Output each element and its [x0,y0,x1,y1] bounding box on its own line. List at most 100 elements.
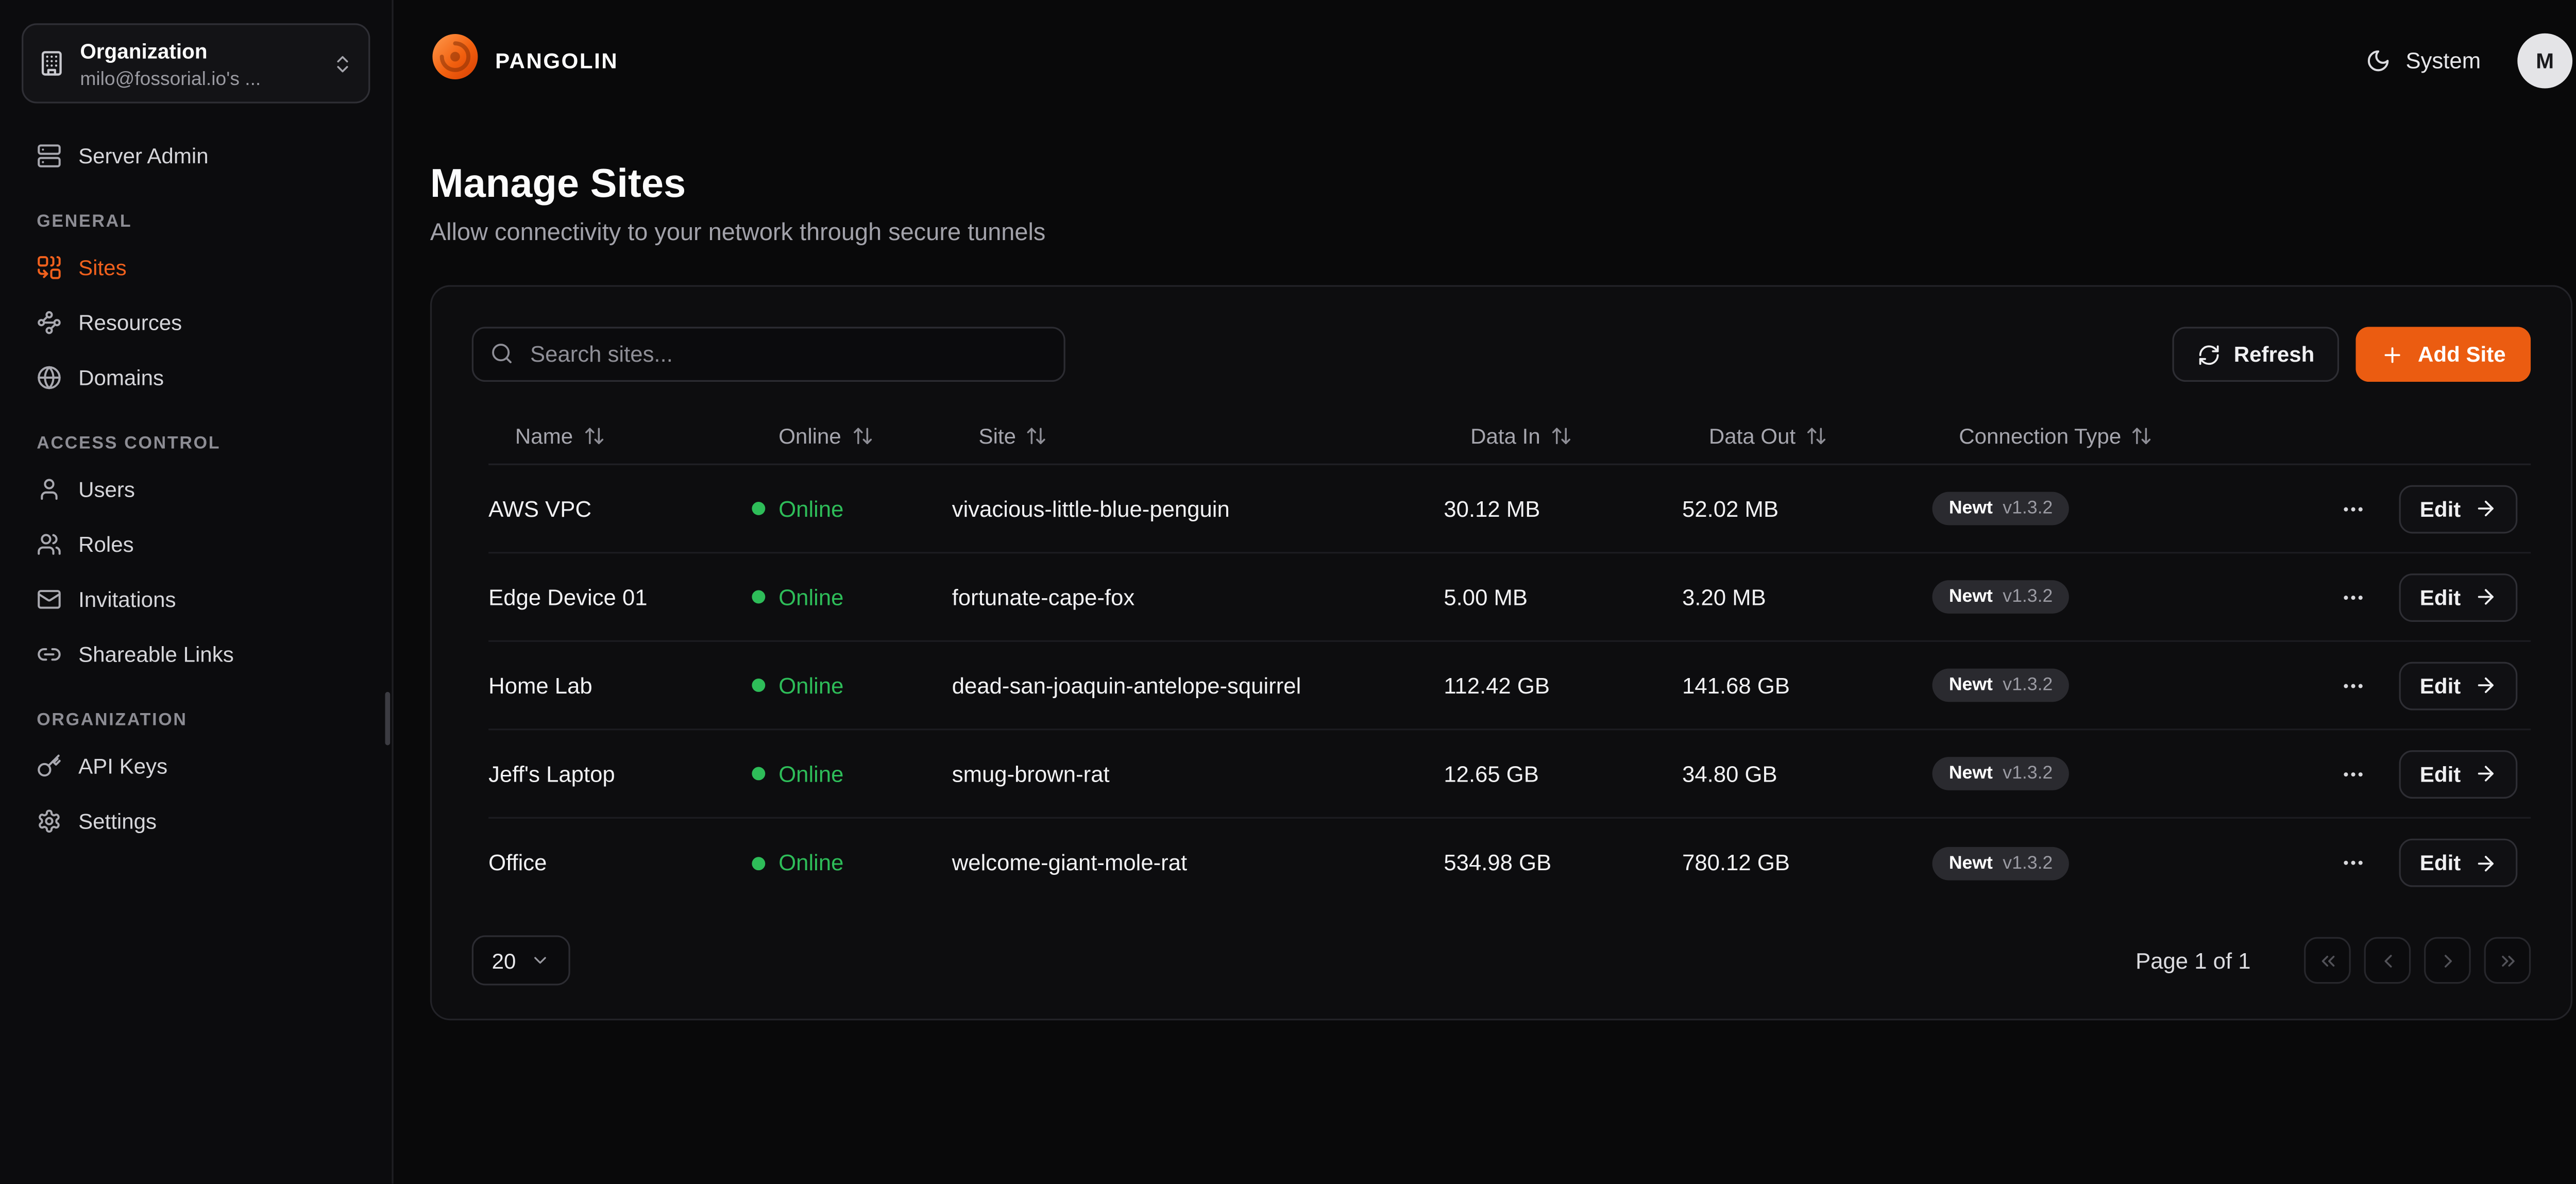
last-page-button[interactable] [2484,937,2531,984]
link-icon [37,642,62,667]
section-heading-access-control: ACCESS CONTROL [37,433,355,453]
data-out-cell: 34.80 GB [1682,761,1932,786]
sidebar-item-label: Users [78,477,135,502]
sidebar-item-shareable-links[interactable]: Shareable Links [22,629,370,680]
table-row: AWS VPC Online vivacious-little-blue-pen… [488,465,2531,554]
column-header-connection-type[interactable]: Connection Type [1932,424,2215,449]
search-input[interactable] [472,327,1065,382]
org-subtitle: milo@fossorial.io's ... [80,70,317,90]
site-id-cell: smug-brown-rat [952,761,1444,786]
sidebar-item-users[interactable]: Users [22,464,370,515]
sidebar-item-roles[interactable]: Roles [22,518,370,570]
connection-type-badge: Newtv1.3.2 [1932,492,2069,526]
sidebar-nav: Server Admin GENERAL Sites Resources Dom… [22,130,370,850]
resources-icon [37,310,62,335]
row-menu-button[interactable] [2333,577,2374,617]
client-version: v1.3.2 [2003,675,2053,696]
online-status: Online [752,496,952,521]
status-label: Online [778,496,843,521]
row-menu-button[interactable] [2333,665,2374,705]
table-row: Edge Device 01 Online fortunate-cape-fox… [488,553,2531,642]
sidebar-item-api-keys[interactable]: API Keys [22,740,370,792]
edit-button[interactable]: Edit [2400,661,2517,709]
main-area: PANGOLIN System M Manage Sites Allow con… [394,0,2576,1184]
sidebar: Organization milo@fossorial.io's ... Ser… [0,0,394,1184]
site-name-cell: Office [488,850,752,875]
column-header-data-out[interactable]: Data Out [1682,424,1932,449]
site-id-cell: dead-san-joaquin-antelope-squirrel [952,673,1444,698]
sidebar-item-settings[interactable]: Settings [22,796,370,847]
add-site-button[interactable]: Add Site [2356,327,2531,382]
status-label: Online [778,673,843,698]
status-dot [752,590,765,604]
row-menu-button[interactable] [2333,843,2374,883]
page-subtitle: Allow connectivity to your network throu… [430,220,2572,247]
sidebar-scrollbar-thumb[interactable] [385,692,391,746]
status-dot [752,502,765,515]
user-icon [37,477,62,502]
client-name: Newt [1949,499,1993,519]
refresh-button[interactable]: Refresh [2172,327,2340,382]
edit-button[interactable]: Edit [2400,839,2517,887]
edit-label: Edit [2420,673,2461,698]
key-icon [37,754,62,779]
org-selector[interactable]: Organization milo@fossorial.io's ... [22,23,370,103]
building-icon [38,50,65,77]
ellipsis-icon [2341,496,2366,521]
column-header-data-in[interactable]: Data In [1444,424,1682,449]
data-out-cell: 780.12 GB [1682,850,1932,875]
sidebar-item-server-admin[interactable]: Server Admin [22,130,370,181]
mail-icon [37,587,62,612]
client-name: Newt [1949,675,1993,696]
next-page-button[interactable] [2424,937,2471,984]
globe-icon [37,365,62,391]
chevrons-up-down-icon [332,53,353,74]
sidebar-item-resources[interactable]: Resources [22,297,370,348]
arrow-right-icon [2474,585,2497,608]
site-name-cell: Edge Device 01 [488,584,752,610]
avatar[interactable]: M [2517,32,2572,88]
page-content: Manage Sites Allow connectivity to your … [394,120,2576,1020]
row-menu-button[interactable] [2333,754,2374,794]
ellipsis-icon [2341,761,2366,786]
theme-label: System [2405,47,2481,73]
row-menu-button[interactable] [2333,488,2374,529]
online-status: Online [752,850,952,875]
prev-page-button[interactable] [2364,937,2411,984]
table-row: Office Online welcome-giant-mole-rat 534… [488,819,2531,907]
column-header-name[interactable]: Name [488,424,752,449]
first-page-button[interactable] [2304,937,2351,984]
data-in-cell: 12.65 GB [1444,761,1682,786]
edit-label: Edit [2420,496,2461,521]
data-in-cell: 5.00 MB [1444,584,1682,610]
sites-icon [37,255,62,280]
sidebar-item-label: Settings [78,808,157,834]
client-version: v1.3.2 [2003,853,2053,873]
sidebar-item-sites[interactable]: Sites [22,242,370,293]
page-size-select[interactable]: 20 [472,935,571,985]
edit-button[interactable]: Edit [2400,750,2517,798]
edit-button[interactable]: Edit [2400,484,2517,533]
page-title: Manage Sites [430,162,2572,209]
page-size-value: 20 [492,948,516,973]
topbar: PANGOLIN System M [394,0,2576,120]
status-label: Online [778,584,843,610]
edit-label: Edit [2420,584,2461,610]
arrow-right-icon [2474,851,2497,874]
site-name-cell: Jeff's Laptop [488,761,752,786]
status-dot [752,679,765,692]
gear-icon [37,808,62,834]
edit-button[interactable]: Edit [2400,573,2517,621]
sort-icon [1026,425,1047,447]
sidebar-item-domains[interactable]: Domains [22,352,370,403]
refresh-label: Refresh [2234,342,2315,367]
arrow-right-icon [2474,762,2497,785]
column-header-site[interactable]: Site [952,424,1444,449]
data-out-cell: 141.68 GB [1682,673,1932,698]
sidebar-item-invitations[interactable]: Invitations [22,573,370,625]
brand: PANGOLIN [430,31,618,89]
site-id-cell: welcome-giant-mole-rat [952,850,1444,875]
moon-icon [2366,47,2391,73]
column-header-online[interactable]: Online [752,424,952,449]
theme-toggle[interactable]: System [2366,47,2481,73]
